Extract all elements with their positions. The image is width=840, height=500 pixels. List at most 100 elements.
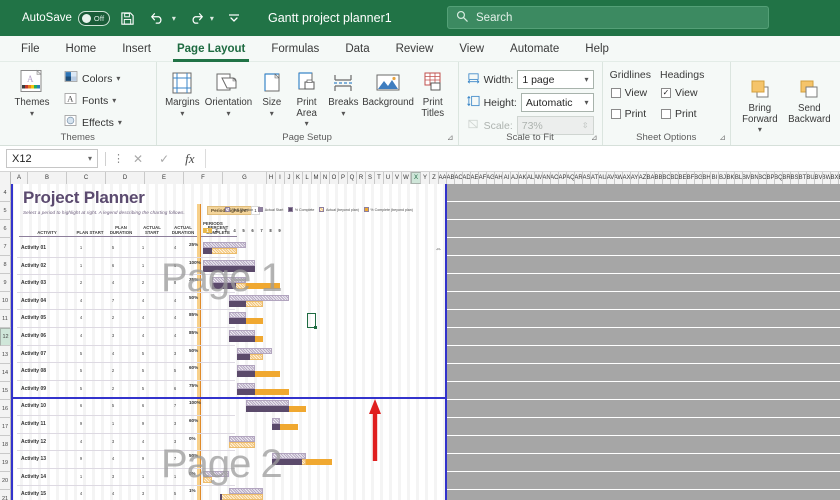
row-header-11[interactable]: 11	[0, 310, 11, 328]
column-header-BO[interactable]: BO	[759, 172, 767, 184]
row-header-14[interactable]: 14	[0, 364, 11, 382]
table-row[interactable]: Activity 08 5 2 5 5 60%	[17, 363, 441, 381]
column-header-AU[interactable]: AU	[599, 172, 607, 184]
vertical-page-break[interactable]	[445, 184, 447, 500]
column-header-AA[interactable]: AA	[439, 172, 447, 184]
print-titles-button[interactable]: Print Titles	[414, 65, 452, 119]
size-button[interactable]: Size ▾	[255, 65, 289, 117]
column-header-BX[interactable]: BX	[831, 172, 839, 184]
column-header-AT[interactable]: AT	[591, 172, 599, 184]
size-dropdown-caret-icon[interactable]: ▾	[270, 109, 274, 117]
column-header-BT[interactable]: BT	[799, 172, 807, 184]
breaks-dropdown-caret-icon[interactable]: ▾	[341, 109, 345, 117]
row-header-4[interactable]: 4	[0, 184, 11, 202]
page-setup-dialog-launcher-icon[interactable]: ⊿	[447, 133, 454, 142]
column-header-K[interactable]: K	[294, 172, 303, 184]
themes-button[interactable]: A Themes ▾	[6, 65, 58, 117]
bring-forward-dropdown-caret-icon[interactable]: ▾	[758, 126, 762, 134]
column-header-BR[interactable]: BR	[783, 172, 791, 184]
tab-review[interactable]: Review	[383, 36, 447, 62]
theme-fonts-button[interactable]: A Fonts ▾	[62, 90, 124, 111]
column-header-AN[interactable]: AN	[543, 172, 551, 184]
column-header-O[interactable]: O	[330, 172, 339, 184]
column-header-G[interactable]: G	[223, 172, 267, 184]
column-header-X[interactable]: X	[411, 172, 421, 184]
column-header-E[interactable]: E	[145, 172, 184, 184]
column-header-BW[interactable]: BW	[823, 172, 831, 184]
print-area-dropdown-caret-icon[interactable]: ▾	[305, 120, 309, 128]
column-header-AG[interactable]: AG	[487, 172, 495, 184]
column-header-T[interactable]: T	[375, 172, 384, 184]
tab-page-layout[interactable]: Page Layout	[164, 36, 258, 62]
redo-icon[interactable]	[184, 7, 208, 29]
column-header-AH[interactable]: AH	[495, 172, 503, 184]
column-header-L[interactable]: L	[303, 172, 312, 184]
column-header-AQ[interactable]: AQ	[567, 172, 575, 184]
column-header-B[interactable]: B	[28, 172, 67, 184]
bring-forward-button[interactable]: Bring Forward ▾	[737, 71, 783, 134]
row-header-10[interactable]: 10	[0, 292, 11, 310]
column-header-BA[interactable]: BA	[647, 172, 655, 184]
column-header-BG[interactable]: BG	[695, 172, 703, 184]
select-all-corner[interactable]	[0, 172, 11, 184]
row-header-21[interactable]: 21	[0, 490, 11, 500]
orientation-dropdown-caret-icon[interactable]: ▾	[226, 109, 230, 117]
column-header-M[interactable]: M	[312, 172, 321, 184]
save-icon[interactable]	[116, 7, 140, 29]
column-header-AV[interactable]: AV	[607, 172, 615, 184]
column-header-BN[interactable]: BN	[751, 172, 759, 184]
column-header-U[interactable]: U	[384, 172, 393, 184]
background-button[interactable]: Background	[362, 65, 414, 109]
column-header-R[interactable]: R	[357, 172, 366, 184]
column-header-F[interactable]: F	[184, 172, 223, 184]
column-header-BI[interactable]: BI	[711, 172, 719, 184]
column-header-AM[interactable]: AM	[535, 172, 543, 184]
column-header-A[interactable]: A	[11, 172, 28, 184]
column-header-C[interactable]: C	[67, 172, 106, 184]
column-header-BF[interactable]: BF	[687, 172, 695, 184]
gridlines-print-checkbox[interactable]: Print	[609, 105, 651, 123]
row-header-17[interactable]: 17	[0, 418, 11, 436]
row-header-5[interactable]: 5	[0, 202, 11, 220]
column-header-AP[interactable]: AP	[559, 172, 567, 184]
column-header-BD[interactable]: BD	[671, 172, 679, 184]
autosave-toggle[interactable]: Off	[77, 10, 110, 26]
row-header-9[interactable]: 9	[0, 274, 11, 292]
headings-view-checkbox[interactable]: ✓ View	[659, 84, 704, 102]
column-header-AC[interactable]: AC	[455, 172, 463, 184]
tab-formulas[interactable]: Formulas	[258, 36, 332, 62]
row-header-13[interactable]: 13	[0, 346, 11, 364]
row-header-19[interactable]: 19	[0, 454, 11, 472]
column-header-AS[interactable]: AS	[583, 172, 591, 184]
column-header-BK[interactable]: BK	[727, 172, 735, 184]
print-area-button[interactable]: Print Area ▾	[289, 65, 325, 128]
column-header-AB[interactable]: AB	[447, 172, 455, 184]
column-header-BS[interactable]: BS	[791, 172, 799, 184]
column-header-AW[interactable]: AW	[615, 172, 623, 184]
fonts-dropdown-caret-icon[interactable]: ▾	[112, 96, 116, 105]
name-box[interactable]: X12 ▾	[6, 149, 98, 168]
column-header-BP[interactable]: BP	[767, 172, 775, 184]
column-header-V[interactable]: V	[393, 172, 402, 184]
column-header-BJ[interactable]: BJ	[719, 172, 727, 184]
column-header-BB[interactable]: BB	[655, 172, 663, 184]
scale-height-select[interactable]: Automatic ▾	[520, 93, 594, 112]
active-cell-x12[interactable]	[307, 313, 317, 329]
column-header-AK[interactable]: AK	[519, 172, 527, 184]
column-header-BM[interactable]: BM	[743, 172, 751, 184]
row-header-7[interactable]: 7	[0, 238, 11, 256]
row-header-8[interactable]: 8	[0, 256, 11, 274]
row-header-column[interactable]: 4567891011121314151617181920212223242526	[0, 184, 11, 500]
breaks-button[interactable]: Breaks ▾	[325, 65, 363, 117]
column-header-AY[interactable]: AY	[631, 172, 639, 184]
column-header-J[interactable]: J	[285, 172, 294, 184]
insert-function-icon[interactable]: fx	[185, 151, 194, 167]
theme-colors-button[interactable]: Colors ▾	[62, 68, 124, 89]
column-header-AD[interactable]: AD	[463, 172, 471, 184]
scale-to-fit-dialog-launcher-icon[interactable]: ⊿	[591, 133, 598, 142]
column-header-D[interactable]: D	[106, 172, 145, 184]
table-row[interactable]: Activity 07 5 4 5 3 50%	[17, 346, 441, 364]
fill-handle[interactable]	[314, 326, 317, 329]
tab-home[interactable]: Home	[53, 36, 110, 62]
formula-bar-expand-handle[interactable]: ⋮	[113, 152, 125, 165]
